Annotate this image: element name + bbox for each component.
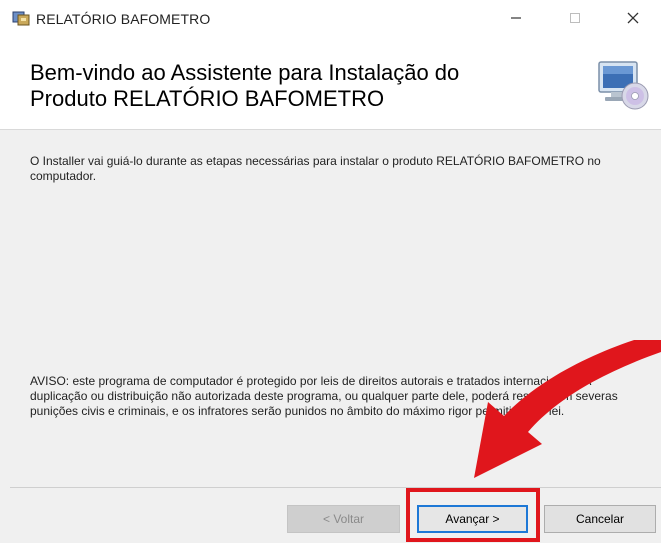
computer-cd-icon	[598, 61, 649, 110]
minimize-icon	[511, 17, 521, 19]
next-button-highlight	[406, 488, 540, 542]
red-arrow-annotation	[474, 340, 661, 478]
wizard-title-line1: Bem-vindo ao Assistente para Instalação …	[30, 60, 460, 85]
cancel-button[interactable]: Cancelar	[544, 505, 656, 533]
maximize-button[interactable]	[552, 0, 598, 36]
back-button[interactable]: < Voltar	[287, 505, 400, 533]
wizard-header: Bem-vindo ao Assistente para Instalação …	[0, 42, 661, 130]
title-bar: RELATÓRIO BAFOMETRO	[0, 0, 661, 42]
minimize-button[interactable]	[493, 0, 539, 36]
intro-text: O Installer vai guiá-lo durante as etapa…	[30, 154, 601, 183]
window-title: RELATÓRIO BAFOMETRO	[36, 11, 211, 27]
maximize-icon	[570, 13, 580, 23]
close-button[interactable]	[610, 0, 656, 36]
close-icon	[627, 12, 639, 24]
wizard-title: Bem-vindo ao Assistente para Instalação …	[30, 60, 550, 112]
installer-app-icon	[12, 11, 30, 26]
wizard-title-line2: Produto RELATÓRIO BAFOMETRO	[30, 86, 385, 111]
